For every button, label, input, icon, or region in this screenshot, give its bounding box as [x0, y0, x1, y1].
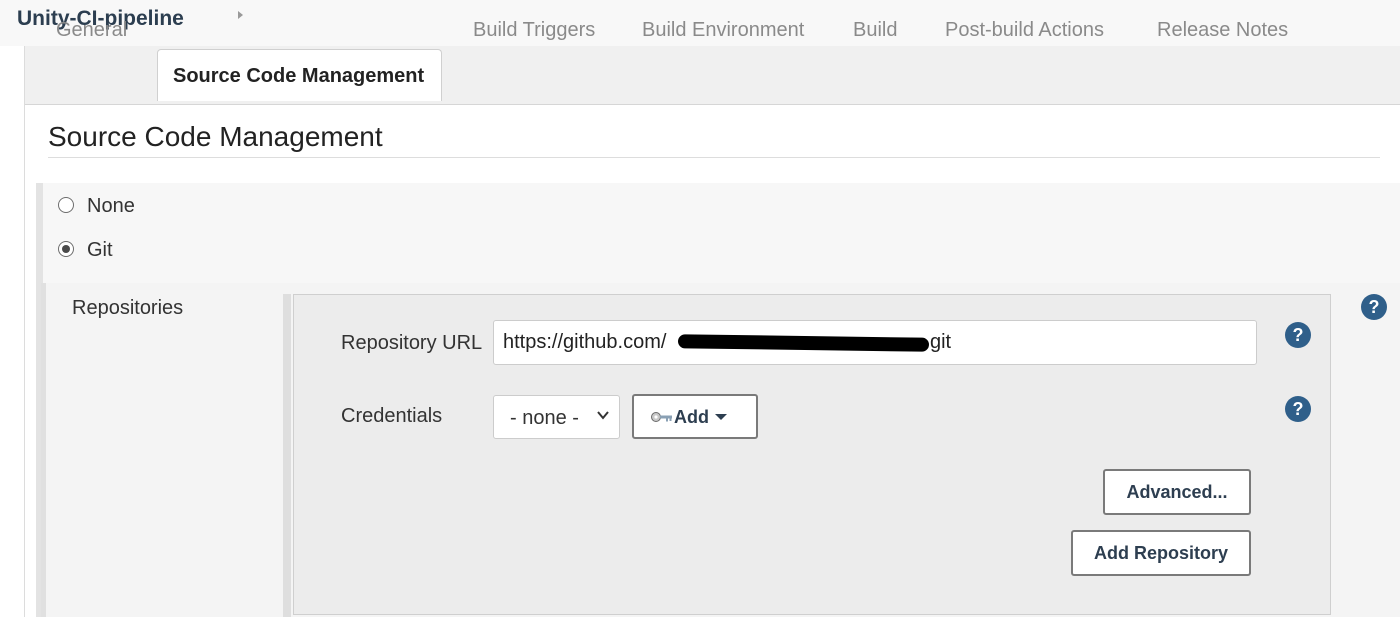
credentials-select[interactable]: - none -	[493, 395, 620, 439]
chevron-right-icon[interactable]	[238, 11, 243, 19]
tab-build-environment[interactable]: Build Environment	[642, 18, 804, 42]
credentials-label: Credentials	[341, 405, 443, 427]
radio-git[interactable]	[58, 241, 74, 257]
section-title: Source Code Management	[48, 121, 383, 152]
tab-post-build-actions[interactable]: Post-build Actions	[945, 18, 1104, 42]
section-divider	[48, 157, 1380, 158]
chevron-down-icon	[597, 411, 609, 420]
repositories-label: Repositories	[72, 297, 184, 319]
tab-general[interactable]: General	[56, 18, 127, 42]
tab-build[interactable]: Build	[853, 18, 897, 42]
radio-git-label: Git	[87, 239, 113, 261]
tab-build-triggers[interactable]: Build Triggers	[473, 18, 595, 42]
help-icon[interactable]: ?	[1285, 396, 1311, 422]
repository-url-label: Repository URL	[341, 332, 483, 354]
advanced-button[interactable]: Advanced...	[1103, 469, 1251, 515]
add-repository-button[interactable]: Add Repository	[1071, 530, 1251, 576]
add-credentials-label: Add	[674, 407, 709, 427]
radio-none-label: None	[87, 195, 135, 217]
help-icon[interactable]: ?	[1361, 294, 1387, 320]
help-icon[interactable]: ?	[1285, 322, 1311, 348]
credentials-selected-value: - none -	[510, 407, 579, 429]
repositories-divider	[283, 294, 291, 617]
tab-source-code-management[interactable]: Source Code Management	[157, 49, 442, 101]
tab-release-notes[interactable]: Release Notes	[1157, 18, 1288, 42]
repository-url-prefix: https://github.com/	[503, 331, 667, 353]
key-icon	[651, 412, 672, 422]
add-credentials-button[interactable]: Add	[632, 394, 758, 439]
radio-none[interactable]	[58, 197, 74, 213]
caret-down-icon	[715, 414, 727, 420]
